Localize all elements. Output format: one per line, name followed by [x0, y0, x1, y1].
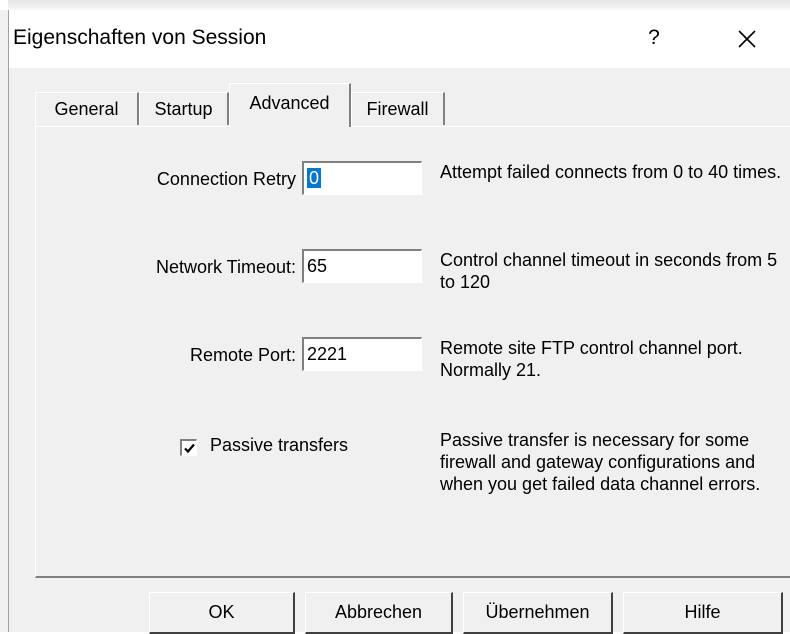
- help-button-label: Hilfe: [684, 602, 721, 622]
- connection-retry-input[interactable]: 0: [302, 161, 422, 195]
- connection-retry-description: Attempt failed connects from 0 to 40 tim…: [440, 162, 782, 182]
- ok-button[interactable]: OK: [149, 592, 295, 634]
- passive-transfers-checkbox[interactable]: [180, 439, 197, 456]
- tab-strip: General Startup Advanced Firewall: [9, 68, 790, 128]
- connection-retry-label: Connection Retry: [156, 169, 296, 189]
- tab-label: Advanced: [249, 93, 330, 113]
- properties-dialog: Eigenschaften von Session ? General Star…: [8, 10, 790, 634]
- cancel-button-label: Abbrechen: [334, 602, 423, 622]
- close-button[interactable]: [723, 16, 771, 62]
- help-dialog-button[interactable]: Hilfe: [623, 592, 783, 634]
- network-timeout-input[interactable]: 65: [302, 249, 422, 283]
- network-timeout-value: 65: [307, 256, 328, 276]
- title-bar[interactable]: Eigenschaften von Session ?: [9, 10, 790, 68]
- tab-label: Startup: [154, 99, 213, 119]
- ok-button-label: OK: [208, 602, 235, 622]
- remote-port-input[interactable]: 2221: [302, 337, 422, 371]
- network-timeout-description: Control channel timeout in seconds from …: [440, 250, 778, 292]
- passive-transfers-label[interactable]: Passive transfers: [210, 435, 348, 456]
- checkmark-icon: [183, 443, 195, 453]
- tab-firewall[interactable]: Firewall: [351, 92, 445, 125]
- tab-advanced[interactable]: Advanced: [229, 83, 351, 127]
- connection-retry-value: 0: [307, 168, 322, 188]
- window-title: Eigenschaften von Session: [13, 26, 267, 49]
- close-icon: [738, 30, 756, 48]
- remote-port-description: Remote site FTP control channel port. No…: [440, 338, 743, 380]
- passive-transfers-description: Passive transfer is necessary for some f…: [440, 430, 761, 494]
- tab-startup[interactable]: Startup: [139, 92, 229, 125]
- tab-label: General: [54, 99, 119, 119]
- tab-general[interactable]: General: [35, 92, 139, 125]
- tab-label: Firewall: [366, 99, 429, 119]
- window-top-edge: [8, 0, 790, 10]
- remote-port-value: 2221: [307, 344, 348, 364]
- cancel-button[interactable]: Abbrechen: [305, 592, 453, 634]
- network-timeout-label: Network Timeout:: [155, 257, 296, 277]
- remote-port-label: Remote Port:: [189, 345, 296, 365]
- help-button[interactable]: ?: [641, 26, 667, 50]
- apply-button-label: Übernehmen: [485, 602, 590, 622]
- advanced-panel: Connection Retry 0 Attempt failed connec…: [35, 126, 790, 578]
- apply-button[interactable]: Übernehmen: [463, 592, 613, 634]
